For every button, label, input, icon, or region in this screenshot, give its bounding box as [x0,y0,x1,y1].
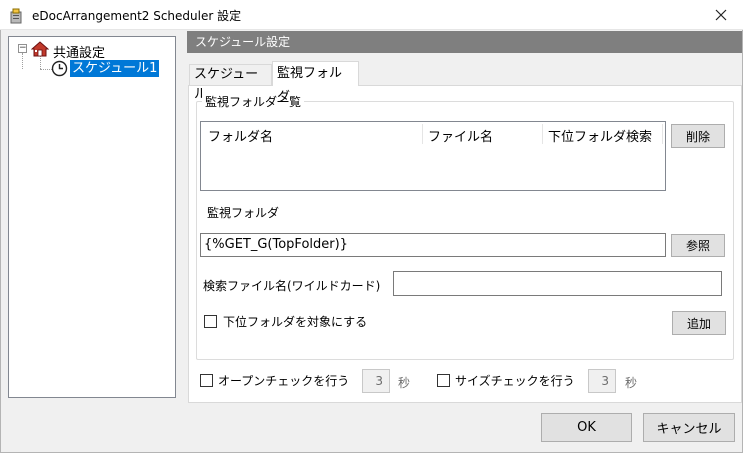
open-check-seconds-input[interactable]: 3 [362,369,390,393]
open-check-checkbox[interactable] [200,374,213,387]
delete-button[interactable]: 削除 [671,124,725,148]
tree-connector [22,53,23,69]
column-header-folder-name[interactable]: フォルダ名 [208,126,273,145]
subfolder-checkbox[interactable] [204,315,217,328]
watch-folder-input[interactable]: {%GET_G(TopFolder)} [200,233,666,257]
column-header-subfolder-search[interactable]: 下位フォルダ検索 [548,126,652,145]
title-bar: eDocArrangement2 Scheduler 設定 [0,0,743,30]
ok-button[interactable]: OK [541,413,632,442]
close-icon [715,9,727,21]
tree-item-schedule1[interactable]: スケジュール1 [70,60,160,77]
add-button[interactable]: 追加 [672,311,726,335]
size-check-seconds-input[interactable]: 3 [588,369,616,393]
size-check-label[interactable]: サイズチェックを行う [455,372,575,389]
open-check-seconds-unit: 秒 [398,376,411,390]
search-file-input[interactable] [393,271,722,296]
subfolder-label[interactable]: 下位フォルダを対象にする [223,313,367,330]
column-header-file-name[interactable]: ファイル名 [428,126,493,145]
cancel-button[interactable]: キャンセル [643,413,735,442]
size-check-checkbox[interactable] [437,374,450,387]
watch-folder-list[interactable]: フォルダ名 ファイル名 下位フォルダ検索 [200,121,666,191]
tree-collapse-toggle[interactable]: − [18,44,27,53]
search-file-label: 検索ファイル名(ワイルドカード) [203,279,381,293]
browse-button[interactable]: 参照 [671,234,725,257]
column-separator [542,124,543,144]
app-icon [10,8,22,24]
house-icon [31,41,49,57]
tab-schedule[interactable]: スケジュール [189,64,272,102]
clock-icon [51,60,68,77]
close-button[interactable] [699,0,743,30]
window-title: eDocArrangement2 Scheduler 設定 [32,9,242,23]
settings-tree[interactable]: − 共通設定 スケジュール1 [8,36,176,398]
tab-watch-folder[interactable]: 監視フォルダ [272,61,359,105]
column-separator [422,124,423,144]
open-check-label[interactable]: オープンチェックを行う [218,372,349,389]
tree-item-common-settings[interactable]: 共通設定 [53,42,105,61]
size-check-seconds-unit: 秒 [625,376,638,390]
section-header: スケジュール設定 [187,31,742,53]
watch-folder-label: 監視フォルダ [207,206,280,220]
column-separator [662,124,663,144]
